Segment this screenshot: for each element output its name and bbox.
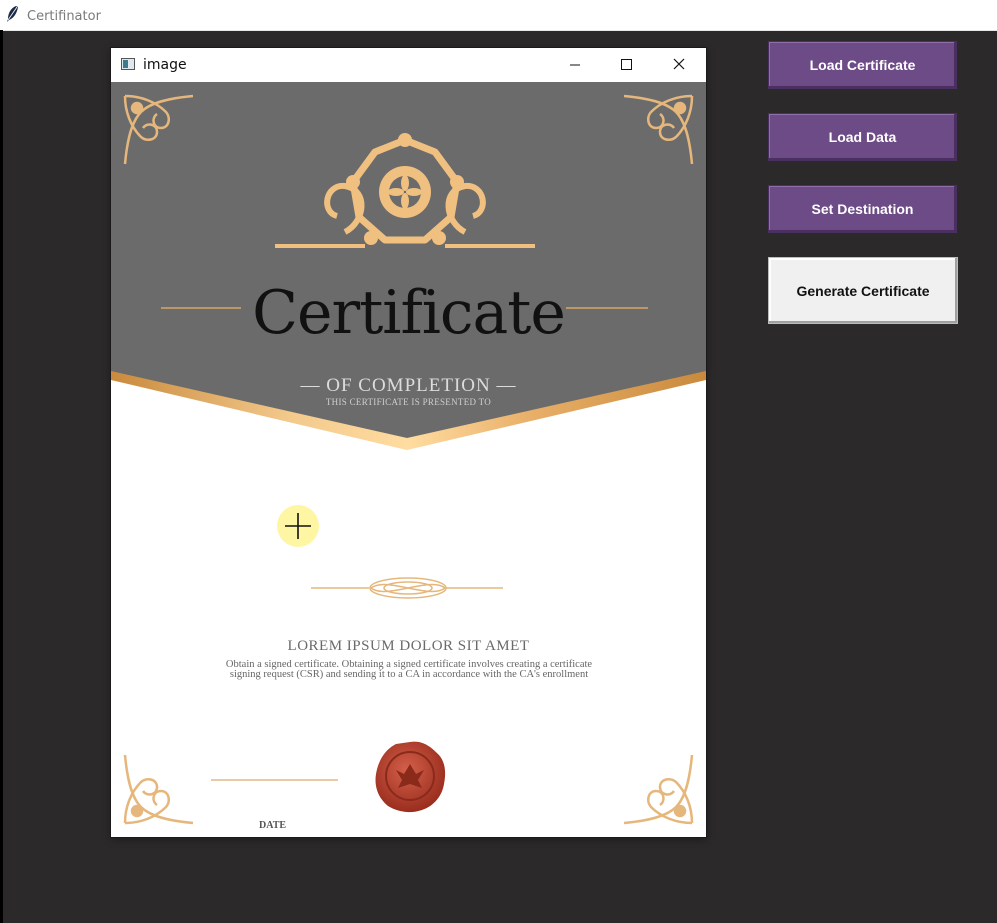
certificate-body-line-2: signing request (CSR) and sending it to … (229, 669, 589, 680)
generate-certificate-button[interactable]: Generate Certificate (768, 257, 958, 324)
minimize-icon (570, 64, 580, 66)
wax-seal (375, 741, 446, 813)
feather-icon (7, 6, 18, 22)
set-destination-button[interactable]: Set Destination (768, 185, 957, 233)
close-button[interactable] (656, 48, 702, 82)
app-titlebar: Certifinator (0, 0, 997, 31)
crosshair-cursor-icon (277, 505, 319, 547)
maximize-button[interactable] (604, 48, 650, 82)
corner-ornament-bottom-right (623, 754, 694, 825)
minimize-button[interactable] (552, 48, 598, 82)
close-icon (673, 58, 685, 70)
image-window[interactable]: image Certificate — OF COMPLETION — THIS… (111, 48, 706, 837)
image-window-title: image (143, 57, 187, 73)
load-certificate-button[interactable]: Load Certificate (768, 41, 957, 89)
certificate-body: Obtain a signed certificate. Obtaining a… (199, 659, 619, 680)
certificate-artwork (111, 82, 706, 825)
maximize-icon (621, 59, 632, 70)
date-label: DATE (259, 820, 287, 831)
image-window-icon (121, 58, 135, 70)
certificate-subtitle: — OF COMPLETION — (300, 375, 517, 396)
load-data-button[interactable]: Load Data (768, 113, 957, 161)
divider-ornament (311, 577, 503, 599)
certificate-heading: LOREM IPSUM DOLOR SIT AMET (287, 638, 530, 654)
window-edge (0, 30, 3, 923)
app-title: Certifinator (27, 9, 101, 24)
image-window-titlebar[interactable]: image (111, 48, 706, 82)
certificate-image[interactable]: Certificate — OF COMPLETION — THIS CERTI… (111, 82, 706, 837)
certificate-title: Certificate (252, 278, 566, 348)
corner-ornament-bottom-left (123, 754, 194, 825)
certificate-presented-text: THIS CERTIFICATE IS PRESENTED TO (325, 397, 492, 407)
